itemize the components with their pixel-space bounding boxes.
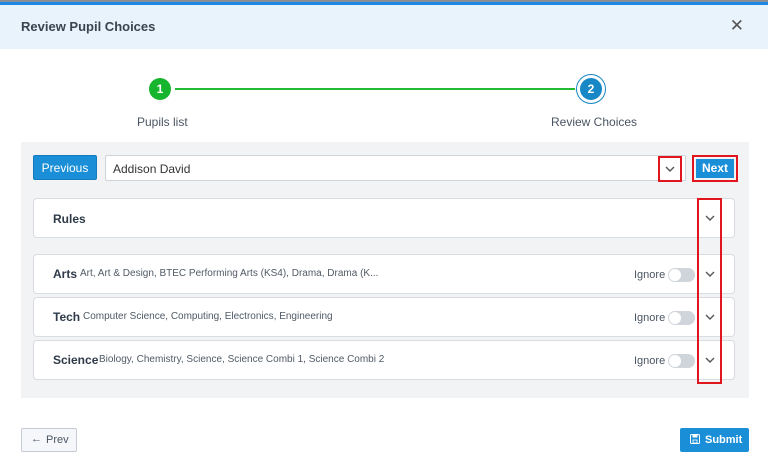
ignore-toggle[interactable] (668, 354, 695, 368)
chevron-down-icon[interactable] (704, 212, 718, 226)
modal-header: Review Pupil Choices ✕ (0, 5, 768, 49)
arrow-left-icon: ← (31, 433, 42, 445)
prev-step-label: Prev (46, 434, 69, 446)
chevron-down-icon[interactable] (704, 311, 718, 325)
subject-name: Science (53, 353, 99, 367)
subject-name: Tech (53, 310, 81, 324)
submit-button[interactable]: Submit (680, 428, 749, 452)
subject-name: Arts (53, 267, 78, 281)
ignore-label: Ignore (634, 312, 666, 324)
ignore-label: Ignore (634, 355, 666, 367)
next-pupil-highlight: Next (692, 155, 738, 182)
prev-step-button[interactable]: ← Prev (21, 428, 77, 452)
save-icon (690, 434, 700, 447)
rules-accordion[interactable]: Rules (33, 198, 735, 238)
toggle-knob (669, 312, 681, 324)
chevron-down-icon[interactable] (704, 268, 718, 282)
step-1-circle[interactable]: 1 (149, 78, 171, 100)
ignore-toggle[interactable] (668, 311, 695, 325)
step-2-label: Review Choices (551, 115, 638, 129)
pupil-select[interactable]: Addison David (105, 155, 686, 181)
next-pupil-button[interactable]: Next (696, 159, 734, 178)
step-1-label: Pupils list (137, 115, 188, 129)
subject-courses: Art, Art & Design, BTEC Performing Arts … (80, 268, 379, 279)
rules-title: Rules (53, 212, 86, 226)
ignore-label: Ignore (634, 269, 666, 281)
modal-title: Review Pupil Choices (21, 19, 156, 34)
subject-courses: Computer Science, Computing, Electronics… (83, 311, 333, 322)
subject-courses: Biology, Chemistry, Science, Science Com… (99, 354, 385, 365)
pupil-select-dropdown-toggle[interactable] (658, 156, 682, 182)
submit-label: Submit (705, 434, 743, 446)
step-2-circle[interactable]: 2 (580, 78, 602, 100)
stepper-connector (175, 88, 575, 90)
previous-pupil-button[interactable]: Previous (33, 155, 97, 180)
selected-pupil-value: Addison David (113, 162, 191, 176)
toggle-knob (669, 269, 681, 281)
close-icon[interactable]: ✕ (730, 16, 744, 36)
chevron-down-icon[interactable] (704, 354, 718, 368)
toggle-knob (669, 355, 681, 367)
subject-accordion-science[interactable]: Science Biology, Chemistry, Science, Sci… (33, 340, 735, 380)
ignore-toggle[interactable] (668, 268, 695, 282)
subject-accordion-tech[interactable]: Tech Computer Science, Computing, Electr… (33, 297, 735, 337)
chevron-down-icon (664, 163, 678, 177)
subject-accordion-arts[interactable]: Arts Art, Art & Design, BTEC Performing … (33, 254, 735, 294)
